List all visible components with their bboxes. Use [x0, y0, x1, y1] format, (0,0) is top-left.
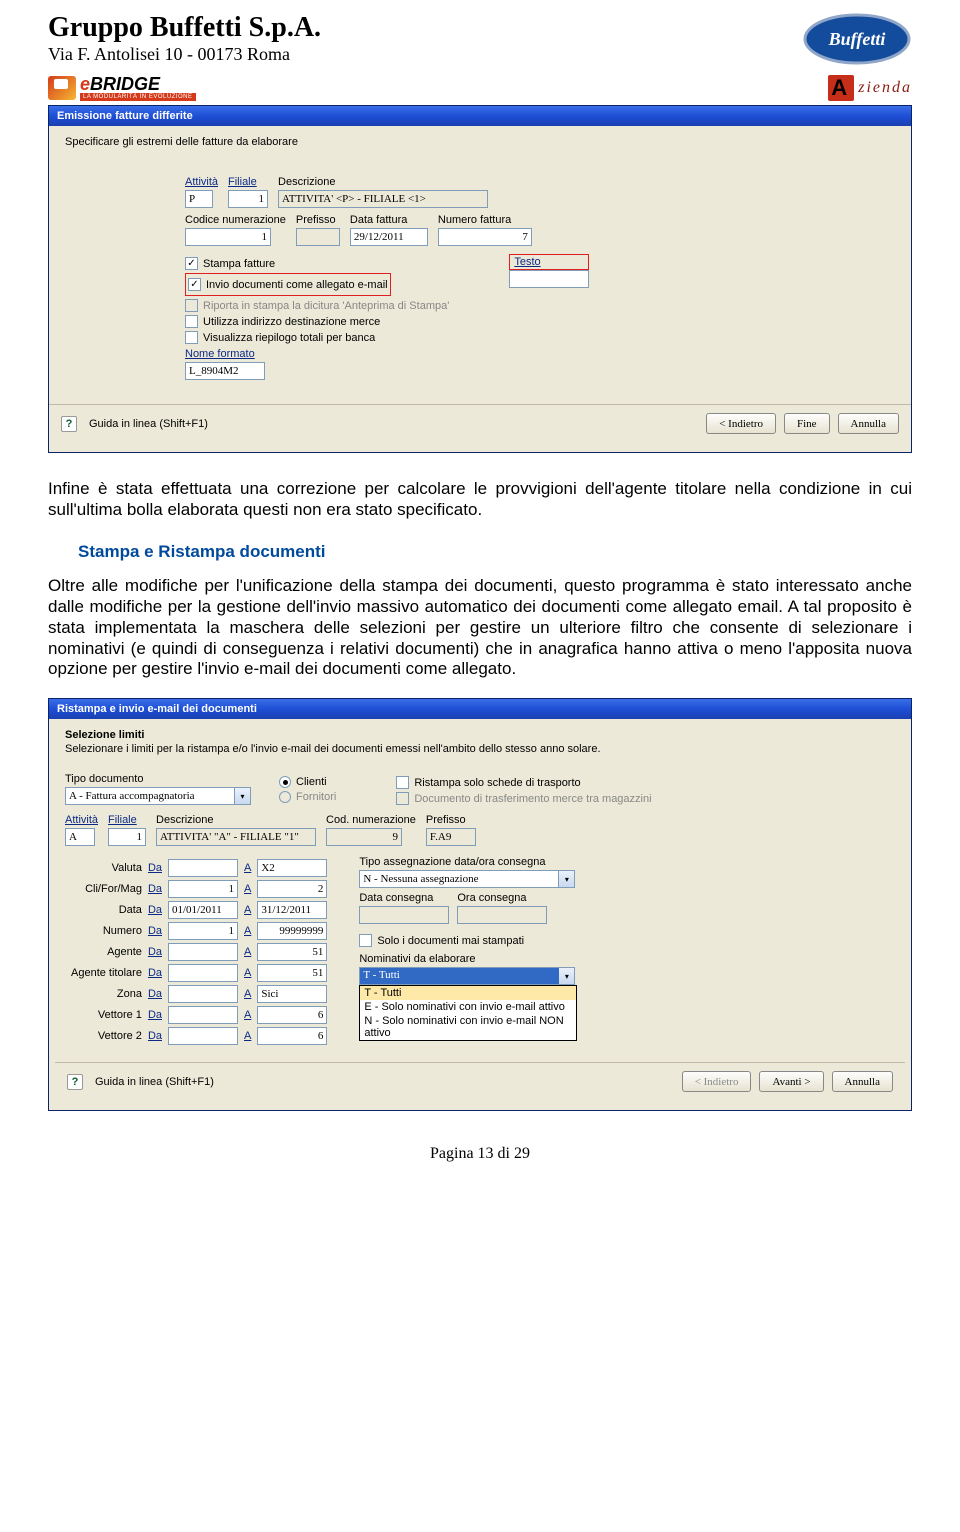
window2-titlebar: Ristampa e invio e-mail dei documenti	[49, 699, 911, 719]
input-num-da[interactable]	[168, 922, 238, 940]
azienda-logo: A zienda	[828, 75, 912, 101]
help-icon: ?	[67, 1074, 83, 1090]
paragraph-stampa-ristampa: Oltre alle modifiche per l'unificazione …	[48, 576, 912, 680]
cancel-button2[interactable]: Annulla	[832, 1071, 893, 1092]
dropdown-option-non-attivo[interactable]: N - Solo nominativi con invio e-mail NON…	[360, 1014, 576, 1040]
dropdown-nominativi-list[interactable]: T - Tutti E - Solo nominativi con invio …	[359, 985, 577, 1041]
ebridge-box-icon	[48, 76, 76, 100]
limits-grid: ValutaDaA Cli/For/MagDaA DataDaA NumeroD…	[65, 856, 333, 1048]
dropdown-arrow-icon[interactable]: ▾	[559, 967, 575, 985]
next-button[interactable]: Avanti >	[759, 1071, 823, 1092]
label-nomeformato[interactable]: Nome formato	[185, 348, 449, 360]
input-testo[interactable]	[509, 270, 589, 288]
input-datafattura[interactable]	[350, 228, 428, 246]
input-zona-a[interactable]	[257, 985, 327, 1003]
checkbox-solo-mai-stampati[interactable]	[359, 934, 372, 947]
input-vett1-da[interactable]	[168, 1006, 238, 1024]
input-cfm-a[interactable]	[257, 880, 327, 898]
input-attivita[interactable]	[185, 190, 213, 208]
input-oracons	[457, 906, 547, 924]
label-prefisso: Prefisso	[296, 214, 340, 226]
input-data-a[interactable]	[257, 901, 327, 919]
selezione-limiti-label: Selezione limiti	[65, 729, 895, 741]
azienda-a-icon: A	[828, 75, 854, 101]
label2-attivita[interactable]: Attività	[65, 814, 98, 826]
label-codnum: Codice numerazione	[185, 214, 286, 226]
input-agente-a[interactable]	[257, 943, 327, 961]
label2-codnum: Cod. numerazione	[326, 814, 416, 826]
cancel-button[interactable]: Annulla	[838, 413, 899, 434]
input-descrizione	[278, 190, 488, 208]
input2-filiale[interactable]	[108, 828, 146, 846]
input-valuta-da[interactable]	[168, 859, 238, 877]
input-num-a[interactable]	[257, 922, 327, 940]
input-data-da[interactable]	[168, 901, 238, 919]
radio-fornitori	[279, 791, 291, 803]
input-cfm-da[interactable]	[168, 880, 238, 898]
label2-descr: Descrizione	[156, 814, 316, 826]
input-prefisso	[296, 228, 340, 246]
back-button2: < Indietro	[682, 1071, 752, 1092]
input-vett2-a[interactable]	[257, 1027, 327, 1045]
ebridge-logo: eBRIDGE LA MODULARITÀ IN EVOLUZIONE	[48, 74, 196, 101]
label2-prefisso: Prefisso	[426, 814, 476, 826]
input-agente-da[interactable]	[168, 943, 238, 961]
paragraph-correzione: Infine è stata effettuata una correzione…	[48, 479, 912, 520]
checkbox-doc-trasferimento	[396, 792, 409, 805]
input-valuta-a[interactable]	[257, 859, 327, 877]
page-footer: Pagina 13 di 29	[48, 1145, 912, 1163]
input-nominativi[interactable]: T - Tutti	[359, 967, 559, 985]
company-address: Via F. Antolisei 10 - 00173 Roma	[48, 44, 321, 65]
window2-instruction: Selezionare i limiti per la ristampa e/o…	[65, 743, 895, 755]
label-filiale[interactable]: Filiale	[228, 176, 268, 188]
window-titlebar: Emissione fatture differite	[49, 106, 911, 126]
input-datacons	[359, 906, 449, 924]
label-datafattura: Data fattura	[350, 214, 428, 226]
help-link[interactable]: Guida in linea (Shift+F1)	[89, 418, 208, 430]
window-emissione-fatture: Emissione fatture differite Specificare …	[48, 105, 912, 453]
checkbox-ristampa-schede[interactable]	[396, 776, 409, 789]
input2-attivita[interactable]	[65, 828, 95, 846]
dropdown-option-tutti[interactable]: T - Tutti	[360, 986, 576, 1000]
buffetti-logo: Buffetti	[802, 12, 912, 66]
input-tipodoc[interactable]	[65, 787, 235, 805]
label-numerofattura: Numero fattura	[438, 214, 532, 226]
label2-filiale[interactable]: Filiale	[108, 814, 146, 826]
input2-codnum	[326, 828, 402, 846]
finish-button[interactable]: Fine	[784, 413, 830, 434]
input-tipoass[interactable]	[359, 870, 559, 888]
input2-prefisso	[426, 828, 476, 846]
input-agentetit-a[interactable]	[257, 964, 327, 982]
company-name: Gruppo Buffetti S.p.A.	[48, 12, 321, 44]
input-filiale[interactable]	[228, 190, 268, 208]
dropdown-arrow-icon[interactable]: ▾	[235, 787, 251, 805]
input-numerofattura[interactable]	[438, 228, 532, 246]
input-nomeformato[interactable]	[185, 362, 265, 380]
input-vett2-da[interactable]	[168, 1027, 238, 1045]
svg-text:Buffetti: Buffetti	[828, 29, 886, 49]
help-icon: ?	[61, 416, 77, 432]
checkbox-indirizzo-merce[interactable]	[185, 315, 198, 328]
checkbox-riepilogo-banca[interactable]	[185, 331, 198, 344]
input-agentetit-da[interactable]	[168, 964, 238, 982]
input-zona-da[interactable]	[168, 985, 238, 1003]
help-link2[interactable]: Guida in linea (Shift+F1)	[95, 1076, 214, 1088]
window-instruction: Specificare gli estremi delle fatture da…	[65, 136, 895, 148]
back-button[interactable]: < Indietro	[706, 413, 776, 434]
label-attivita[interactable]: Attività	[185, 176, 218, 188]
label-tipodoc: Tipo documento	[65, 773, 251, 785]
label-descrizione: Descrizione	[278, 176, 488, 188]
input-vett1-a[interactable]	[257, 1006, 327, 1024]
dropdown-option-attivo[interactable]: E - Solo nominativi con invio e-mail att…	[360, 1000, 576, 1014]
input2-descr	[156, 828, 316, 846]
label-testo[interactable]: Testo	[512, 256, 542, 268]
checkbox-stampa-fatture[interactable]: ✓	[185, 257, 198, 270]
input-codnum[interactable]	[185, 228, 271, 246]
dropdown-arrow-icon[interactable]: ▾	[559, 870, 575, 888]
window-ristampa-invio: Ristampa e invio e-mail dei documenti Se…	[48, 698, 912, 1111]
section-heading: Stampa e Ristampa documenti	[78, 542, 912, 562]
radio-clienti[interactable]	[279, 776, 291, 788]
checkbox-riporta-anteprima	[185, 299, 198, 312]
checkbox-invio-email[interactable]: ✓	[188, 278, 201, 291]
